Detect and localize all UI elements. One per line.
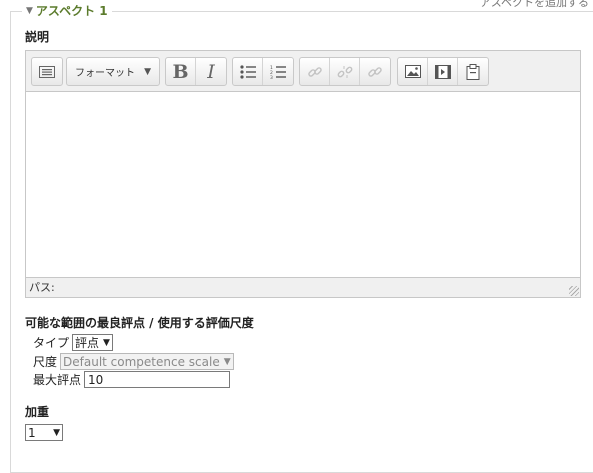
type-label: タイプ — [33, 336, 70, 350]
format-label: フォーマット — [75, 68, 135, 79]
chevron-down-icon: ▼ — [26, 5, 33, 16]
aspect-legend-label: アスペクト 1 — [35, 4, 108, 18]
italic-button[interactable]: I — [196, 58, 226, 85]
anchor-button[interactable] — [360, 58, 390, 85]
resize-grip-icon[interactable] — [569, 286, 579, 296]
link-icon — [307, 66, 322, 77]
weight-row: 1 ▼ — [25, 424, 63, 441]
link-button[interactable] — [300, 58, 330, 85]
description-editor: フォーマット ▼ B I 1 2 3 パス: — [25, 50, 581, 298]
image-icon — [404, 65, 421, 78]
editor-toolbar: フォーマット ▼ B I 1 2 3 — [26, 51, 580, 92]
bullet-list-button[interactable] — [233, 58, 263, 85]
max-grade-row: 最大評点 10 — [33, 371, 231, 388]
description-label: 説明 — [25, 30, 50, 44]
editor-content-area[interactable] — [26, 92, 580, 278]
show-more-icon — [39, 65, 55, 78]
chevron-down-icon: ▼ — [223, 356, 231, 367]
unlink-button[interactable] — [330, 58, 360, 85]
media-button[interactable] — [428, 58, 458, 85]
show-more-button[interactable] — [32, 58, 62, 85]
weight-select[interactable]: 1 ▼ — [25, 424, 63, 441]
scale-label: 尺度 — [33, 355, 58, 369]
max-grade-label: 最大評点 — [33, 373, 82, 387]
toolbar-group-style: B I — [165, 57, 227, 86]
max-grade-input[interactable]: 10 — [84, 371, 231, 388]
weight-label: 加重 — [25, 405, 50, 419]
toolbar-group-more — [31, 57, 63, 86]
bold-button[interactable]: B — [166, 58, 196, 85]
toolbar-group-links — [299, 57, 391, 86]
image-button[interactable] — [398, 58, 428, 85]
paste-icon — [466, 63, 480, 80]
format-select[interactable]: フォーマット ▼ — [66, 57, 160, 86]
scale-select[interactable]: Default competence scale ▼ — [60, 353, 234, 370]
chevron-down-icon: ▼ — [103, 337, 110, 348]
chevron-down-icon: ▼ — [53, 427, 60, 438]
add-aspect-link[interactable]: アスペクトを追加する — [480, 0, 589, 10]
editor-path-bar: パス: — [26, 277, 580, 297]
numbered-list-button[interactable]: 1 2 3 — [263, 58, 293, 85]
aspect-legend[interactable]: ▼ アスペクト 1 — [22, 2, 112, 19]
paste-button[interactable] — [458, 58, 488, 85]
scale-section-title: 可能な範囲の最良評点 / 使用する評価尺度 — [25, 316, 254, 330]
type-select[interactable]: 評点 ▼ — [72, 334, 113, 351]
toolbar-group-lists: 1 2 3 — [232, 57, 294, 86]
svg-text:3: 3 — [270, 75, 273, 79]
unlink-icon — [337, 65, 352, 78]
anchor-icon — [368, 66, 382, 77]
chevron-down-icon: ▼ — [144, 66, 151, 77]
bullet-list-icon — [239, 64, 256, 79]
media-icon — [434, 64, 451, 79]
toolbar-group-media — [397, 57, 489, 86]
type-row: タイプ 評点 ▼ — [33, 334, 113, 351]
numbered-list-icon: 1 2 3 — [270, 65, 286, 79]
path-label: パス: — [29, 281, 55, 294]
scale-row: 尺度 Default competence scale ▼ — [33, 353, 234, 370]
